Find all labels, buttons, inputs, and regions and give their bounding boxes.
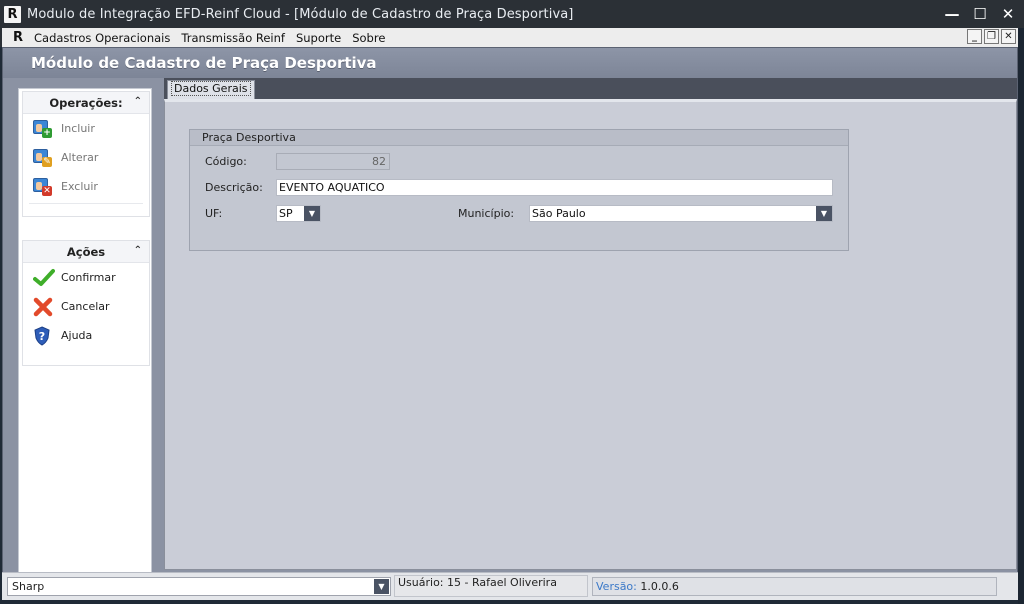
mdi-restore-button[interactable]: ❐ bbox=[984, 29, 999, 44]
menu-sobre[interactable]: Sobre bbox=[352, 31, 385, 45]
menu-suporte[interactable]: Suporte bbox=[296, 31, 341, 45]
collapse-icon[interactable]: ⌃ bbox=[134, 96, 142, 107]
app-logo-icon: R bbox=[4, 5, 21, 23]
descricao-label: Descrição: bbox=[205, 181, 263, 194]
skin-select[interactable]: Sharp ▼ bbox=[7, 577, 391, 596]
chevron-down-icon[interactable]: ▼ bbox=[816, 206, 832, 221]
uf-label: UF: bbox=[205, 207, 223, 220]
descricao-field[interactable]: EVENTO AQUATICO bbox=[276, 179, 833, 196]
user-card-edit-icon: ✎ bbox=[33, 148, 53, 168]
menu-cadastros-operacionais[interactable]: Cadastros Operacionais bbox=[34, 31, 170, 45]
module-header: Módulo de Cadastro de Praça Desportiva bbox=[3, 48, 1017, 78]
praca-desportiva-group: Praça Desportiva Código: 82 Descrição: E… bbox=[189, 129, 849, 251]
municipio-label: Município: bbox=[458, 207, 515, 220]
window-edge bbox=[1018, 28, 1024, 604]
municipio-value: São Paulo bbox=[532, 207, 586, 220]
tab-dados-gerais[interactable]: Dados Gerais bbox=[167, 80, 255, 99]
tab-strip: Dados Gerais bbox=[164, 78, 1017, 99]
confirmar-label: Confirmar bbox=[61, 271, 116, 284]
version-label: Versão: bbox=[596, 580, 637, 593]
actions-title: Ações bbox=[66, 244, 106, 259]
collapse-icon[interactable]: ⌃ bbox=[134, 245, 142, 256]
tab-content: Praça Desportiva Código: 82 Descrição: E… bbox=[164, 99, 1017, 570]
user-status: Usuário: 15 - Rafael Oliverira bbox=[394, 575, 588, 597]
window-title: Modulo de Integração EFD-Reinf Cloud - [… bbox=[27, 6, 574, 22]
minimize-button[interactable]: — bbox=[944, 4, 960, 24]
uf-select[interactable]: SP ▼ bbox=[276, 205, 321, 222]
alterar-button[interactable]: ✎ Alterar bbox=[23, 143, 149, 172]
incluir-label: Incluir bbox=[61, 122, 95, 135]
chevron-down-icon[interactable]: ▼ bbox=[304, 206, 320, 221]
uf-value: SP bbox=[279, 207, 293, 220]
sidebar: Operações: ⌃ + Incluir ✎ Alterar ✕ Exclu… bbox=[18, 88, 152, 574]
cancelar-button[interactable]: Cancelar bbox=[23, 292, 149, 321]
check-icon bbox=[33, 268, 55, 288]
operations-panel-header[interactable]: Operações: ⌃ bbox=[23, 92, 149, 114]
cancelar-label: Cancelar bbox=[61, 300, 110, 313]
mdi-close-button[interactable]: ✕ bbox=[1001, 29, 1016, 44]
panel-divider bbox=[29, 203, 143, 204]
incluir-button[interactable]: + Incluir bbox=[23, 114, 149, 143]
actions-panel-header[interactable]: Ações ⌃ bbox=[23, 241, 149, 263]
excluir-button[interactable]: ✕ Excluir bbox=[23, 172, 149, 201]
municipio-select[interactable]: São Paulo ▼ bbox=[529, 205, 833, 222]
excluir-label: Excluir bbox=[61, 180, 98, 193]
window-controls: — ☐ ✕ bbox=[944, 4, 1016, 24]
help-shield-icon: ? bbox=[33, 325, 53, 346]
user-card-delete-icon: ✕ bbox=[33, 177, 53, 197]
codigo-label: Código: bbox=[205, 155, 247, 168]
codigo-field: 82 bbox=[276, 153, 390, 170]
window-titlebar: R Modulo de Integração EFD-Reinf Cloud -… bbox=[0, 0, 1024, 28]
mdi-controls: _ ❐ ✕ bbox=[967, 29, 1016, 44]
menu-bar: R Cadastros Operacionais Transmissão Rei… bbox=[0, 28, 1018, 47]
operations-panel: Operações: ⌃ + Incluir ✎ Alterar ✕ Exclu… bbox=[22, 91, 150, 217]
user-card-add-icon: + bbox=[33, 119, 53, 139]
maximize-button[interactable]: ☐ bbox=[972, 4, 988, 24]
x-icon bbox=[33, 297, 53, 317]
operations-title: Operações: bbox=[49, 95, 123, 110]
group-title: Praça Desportiva bbox=[190, 130, 848, 146]
status-bar: Sharp ▼ Usuário: 15 - Rafael Oliverira V… bbox=[2, 572, 1018, 600]
menu-logo-icon: R bbox=[12, 29, 23, 45]
svg-text:?: ? bbox=[39, 330, 45, 343]
ajuda-label: Ajuda bbox=[61, 329, 93, 342]
alterar-label: Alterar bbox=[61, 151, 99, 164]
tab-label: Dados Gerais bbox=[171, 81, 251, 96]
version-status: Versão: 1.0.0.6 bbox=[592, 577, 997, 596]
skin-value: Sharp bbox=[12, 580, 45, 593]
confirmar-button[interactable]: Confirmar bbox=[23, 263, 149, 292]
ajuda-button[interactable]: ? Ajuda bbox=[23, 321, 149, 350]
menu-transmissao-reinf[interactable]: Transmissão Reinf bbox=[181, 31, 285, 45]
mdi-minimize-button[interactable]: _ bbox=[967, 29, 982, 44]
actions-panel: Ações ⌃ Confirmar Cancelar ? Ajuda bbox=[22, 240, 150, 366]
chevron-down-icon[interactable]: ▼ bbox=[374, 579, 389, 594]
close-button[interactable]: ✕ bbox=[1000, 4, 1016, 24]
version-value: 1.0.0.6 bbox=[640, 580, 679, 593]
main-frame: Módulo de Cadastro de Praça Desportiva O… bbox=[2, 47, 1018, 599]
